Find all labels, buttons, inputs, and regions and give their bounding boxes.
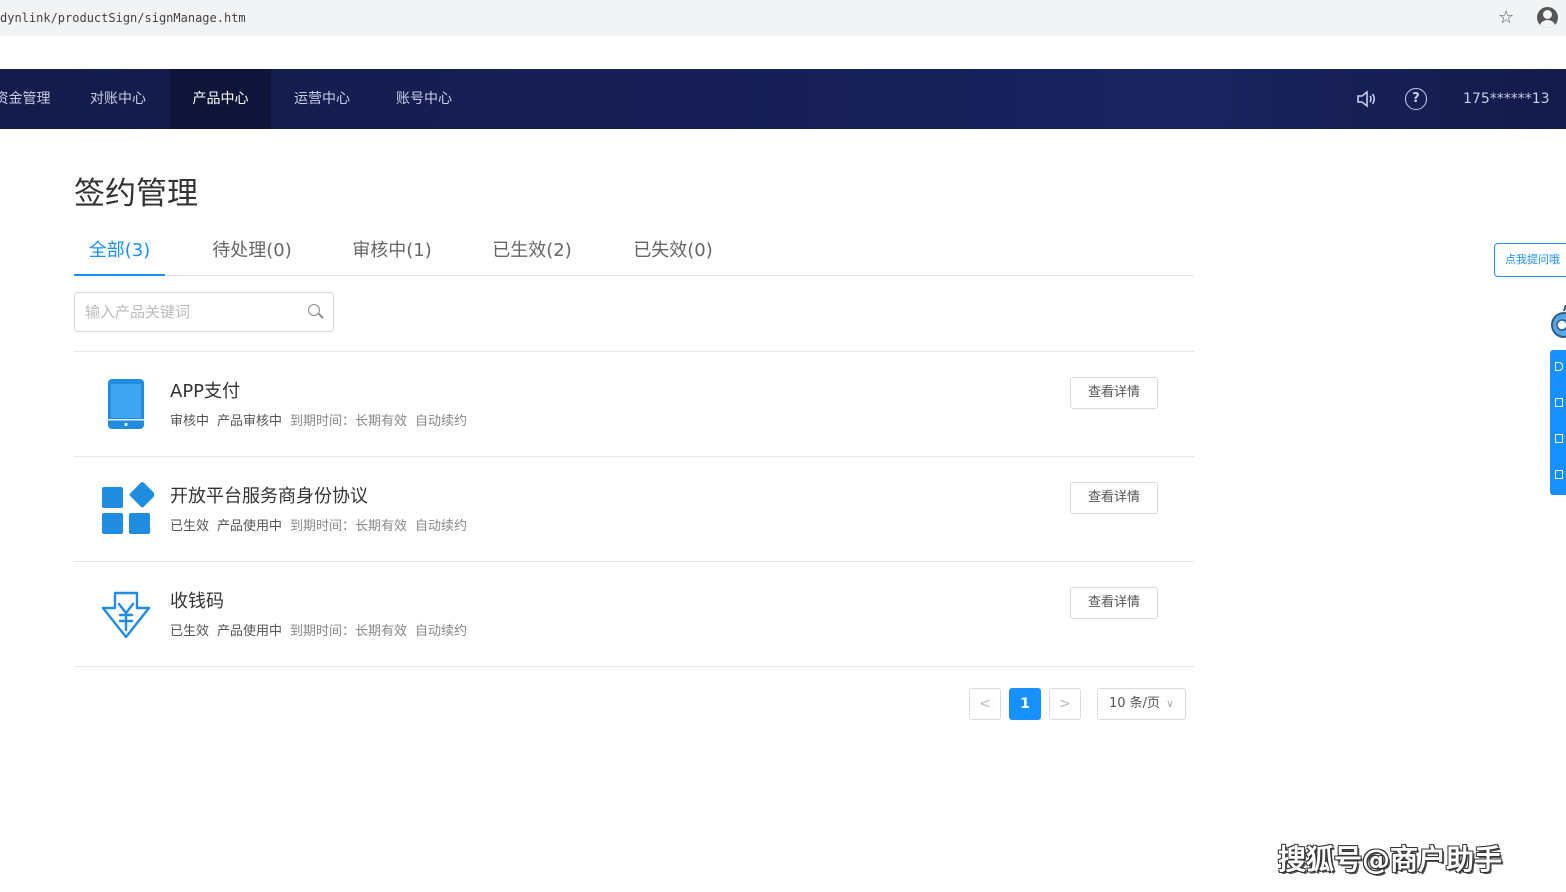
search-icon[interactable] xyxy=(308,304,320,316)
view-details-button[interactable]: 查看详情 xyxy=(1070,482,1158,514)
nav-item-reconciliation[interactable]: 对账中心 xyxy=(68,69,168,129)
tab-all[interactable]: 全部(3) xyxy=(74,230,165,276)
product-name[interactable]: 收钱码 xyxy=(170,587,224,613)
product-status: 审核中 xyxy=(170,414,210,429)
url-text[interactable]: dynlink/productSign/signManage.htm xyxy=(0,11,246,25)
yuan-code-icon xyxy=(98,586,154,642)
product-name[interactable]: APP支付 xyxy=(170,377,240,403)
qrcode-icon[interactable] xyxy=(1555,470,1563,479)
nav-item-account[interactable]: 账号中心 xyxy=(374,69,474,129)
view-details-button[interactable]: 查看详情 xyxy=(1070,377,1158,409)
product-meta: 已生效 产品使用中 到期时间：长期有效 自动续约 xyxy=(170,515,475,534)
next-page-button[interactable]: > xyxy=(1049,688,1081,720)
apps-grid-icon xyxy=(98,481,155,537)
tab-effective[interactable]: 已生效(2) xyxy=(482,230,582,276)
page-button-current[interactable]: 1 xyxy=(1009,688,1041,720)
chevron-down-icon: ∨ xyxy=(1166,697,1175,710)
product-renew: 自动续约 xyxy=(415,519,468,534)
user-account[interactable]: 175******13 xyxy=(1463,69,1550,129)
watermark: 搜狐号@商户助手 xyxy=(1278,843,1503,876)
document-icon[interactable] xyxy=(1555,434,1563,443)
tab-expired[interactable]: 已失效(0) xyxy=(623,230,723,276)
robot-assistant-icon[interactable] xyxy=(1548,304,1566,345)
product-renew: 自动续约 xyxy=(415,624,468,639)
page-size-select[interactable]: 10 条/页 ∨ xyxy=(1097,688,1186,720)
tab-reviewing[interactable]: 审核中(1) xyxy=(342,230,442,276)
search-input[interactable] xyxy=(85,301,295,323)
product-expiry: 到期时间：长期有效 xyxy=(290,519,408,534)
product-status: 已生效 xyxy=(170,624,210,639)
chat-icon[interactable] xyxy=(1555,362,1563,371)
product-meta: 已生效 产品使用中 到期时间：长期有效 自动续约 xyxy=(170,620,475,639)
top-navigation: 资金管理 对账中心 产品中心 运营中心 账号中心 ? 175******13 xyxy=(0,69,1566,129)
list-item: 开放平台服务商身份协议 已生效 产品使用中 到期时间：长期有效 自动续约 查看详情 xyxy=(74,457,1194,562)
page-size-value: 10 条/页 xyxy=(1109,696,1161,711)
list-item: 收钱码 已生效 产品使用中 到期时间：长期有效 自动续约 查看详情 xyxy=(74,562,1194,667)
product-expiry: 到期时间：长期有效 xyxy=(290,414,408,429)
product-list: APP支付 审核中 产品审核中 到期时间：长期有效 自动续约 查看详情 开放平台服务商… xyxy=(74,351,1194,667)
help-tooltip[interactable]: 点我提问哦 xyxy=(1494,243,1566,277)
nav-item-operations[interactable]: 运营中心 xyxy=(272,69,372,129)
list-item: APP支付 审核中 产品审核中 到期时间：长期有效 自动续约 查看详情 xyxy=(74,352,1194,457)
product-meta: 审核中 产品审核中 到期时间：长期有效 自动续约 xyxy=(170,410,475,429)
bookmark-star-icon[interactable]: ☆ xyxy=(1498,7,1514,28)
nav-item-products[interactable]: 产品中心 xyxy=(170,69,271,129)
product-status: 已生效 xyxy=(170,519,210,534)
floating-toolbar xyxy=(1550,350,1566,495)
product-renew: 自动续约 xyxy=(415,414,468,429)
status-tabs: 全部(3) 待处理(0) 审核中(1) 已生效(2) 已失效(0) xyxy=(74,230,1194,276)
page-title: 签约管理 xyxy=(74,176,198,212)
product-expiry: 到期时间：长期有效 xyxy=(290,624,408,639)
product-state: 产品使用中 xyxy=(217,624,283,639)
product-state: 产品使用中 xyxy=(217,519,283,534)
search-box xyxy=(74,292,334,332)
prev-page-button[interactable]: < xyxy=(969,688,1001,720)
phone-icon xyxy=(98,376,154,432)
message-icon[interactable] xyxy=(1555,398,1563,407)
account-icon[interactable] xyxy=(1537,7,1558,28)
product-name[interactable]: 开放平台服务商身份协议 xyxy=(170,482,368,508)
product-state: 产品审核中 xyxy=(217,414,283,429)
speaker-icon[interactable] xyxy=(1355,88,1377,110)
tab-pending[interactable]: 待处理(0) xyxy=(202,230,302,276)
nav-item-funds[interactable]: 资金管理 xyxy=(0,69,55,129)
help-icon[interactable]: ? xyxy=(1405,88,1427,110)
browser-address-bar: dynlink/productSign/signManage.htm ☆ xyxy=(0,0,1566,36)
view-details-button[interactable]: 查看详情 xyxy=(1070,587,1158,619)
